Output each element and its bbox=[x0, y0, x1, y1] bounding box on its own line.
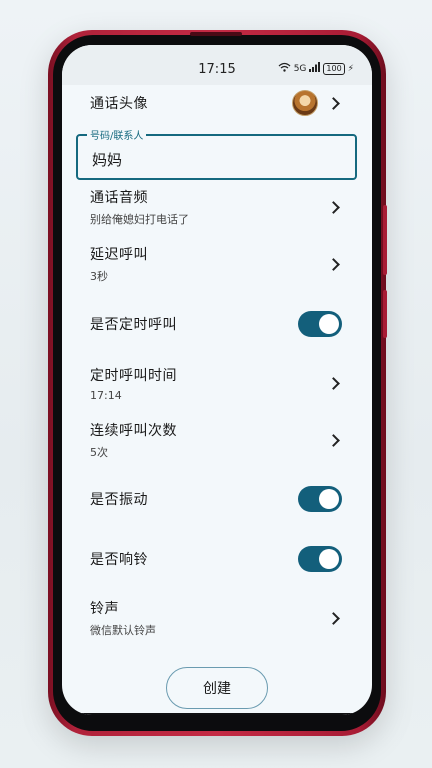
signal-icon bbox=[309, 62, 321, 75]
scheduled-call-toggle[interactable] bbox=[298, 311, 342, 337]
settings-item-subtitle: 5次 bbox=[90, 446, 108, 459]
power-button bbox=[383, 290, 387, 338]
speaker-slot bbox=[190, 32, 242, 36]
avatar-row-label: 通话头像 bbox=[90, 96, 148, 112]
avatar-row[interactable]: 通话头像 bbox=[62, 90, 372, 116]
settings-item-title: 连续呼叫次数 bbox=[90, 423, 177, 439]
settings-item-scheduled: 是否定时呼叫 bbox=[62, 311, 372, 337]
status-bar: 17:15 5G 100 ⚡ bbox=[62, 45, 372, 85]
settings-item-subtitle: 17:14 bbox=[90, 388, 122, 402]
settings-item-audio[interactable]: 通话音频 别给俺媳妇打电话了 bbox=[62, 187, 372, 227]
settings-item-title: 是否振动 bbox=[90, 492, 148, 508]
settings-item-title: 通话音频 bbox=[90, 190, 148, 206]
settings-item-ring: 是否响铃 bbox=[62, 546, 372, 572]
avatar[interactable] bbox=[292, 90, 318, 116]
chevron-right-icon bbox=[327, 257, 340, 271]
chevron-right-icon bbox=[327, 200, 340, 214]
app-screen: 17:15 5G 100 ⚡ 通话头像 号码/联系人 妈妈 通话音频 别给俺媳妇… bbox=[62, 45, 372, 715]
settings-item-scheduled-time[interactable]: 定时呼叫时间 17:14 bbox=[62, 363, 372, 403]
screen-bottom-edge bbox=[62, 713, 372, 715]
chevron-right-icon bbox=[327, 433, 340, 447]
battery-icon: 100 bbox=[323, 62, 345, 75]
settings-item-delay[interactable]: 延迟呼叫 3秒 bbox=[62, 244, 372, 284]
chevron-right-icon bbox=[327, 611, 340, 625]
wifi-icon bbox=[278, 62, 291, 75]
contact-field[interactable]: 号码/联系人 妈妈 bbox=[76, 127, 357, 180]
toggle-knob bbox=[319, 549, 339, 569]
settings-item-title: 是否响铃 bbox=[90, 552, 148, 568]
charging-icon: ⚡ bbox=[347, 63, 354, 74]
settings-item-repeat-count[interactable]: 连续呼叫次数 5次 bbox=[62, 420, 372, 460]
contact-field-label: 号码/联系人 bbox=[87, 127, 147, 142]
signal-type: 5G bbox=[293, 63, 307, 74]
contact-field-value[interactable]: 妈妈 bbox=[92, 149, 122, 170]
settings-item-title: 铃声 bbox=[90, 601, 119, 617]
settings-item-ringtone[interactable]: 铃声 微信默认铃声 bbox=[62, 598, 372, 638]
chevron-right-icon bbox=[327, 96, 340, 110]
chevron-right-icon bbox=[327, 376, 340, 390]
volume-button bbox=[383, 205, 387, 275]
toggle-knob bbox=[319, 489, 339, 509]
status-icons: 5G 100 ⚡ bbox=[278, 62, 354, 75]
settings-item-title: 是否定时呼叫 bbox=[90, 317, 177, 333]
settings-item-title: 延迟呼叫 bbox=[90, 247, 148, 263]
settings-item-subtitle: 微信默认铃声 bbox=[90, 624, 156, 637]
settings-item-subtitle: 3秒 bbox=[90, 270, 108, 283]
settings-item-vibrate: 是否振动 bbox=[62, 486, 372, 512]
settings-item-title: 定时呼叫时间 bbox=[90, 367, 177, 384]
create-button[interactable]: 创建 bbox=[166, 667, 268, 709]
vibrate-toggle[interactable] bbox=[298, 486, 342, 512]
settings-item-subtitle: 别给俺媳妇打电话了 bbox=[90, 213, 189, 226]
toggle-knob bbox=[319, 314, 339, 334]
ring-toggle[interactable] bbox=[298, 546, 342, 572]
